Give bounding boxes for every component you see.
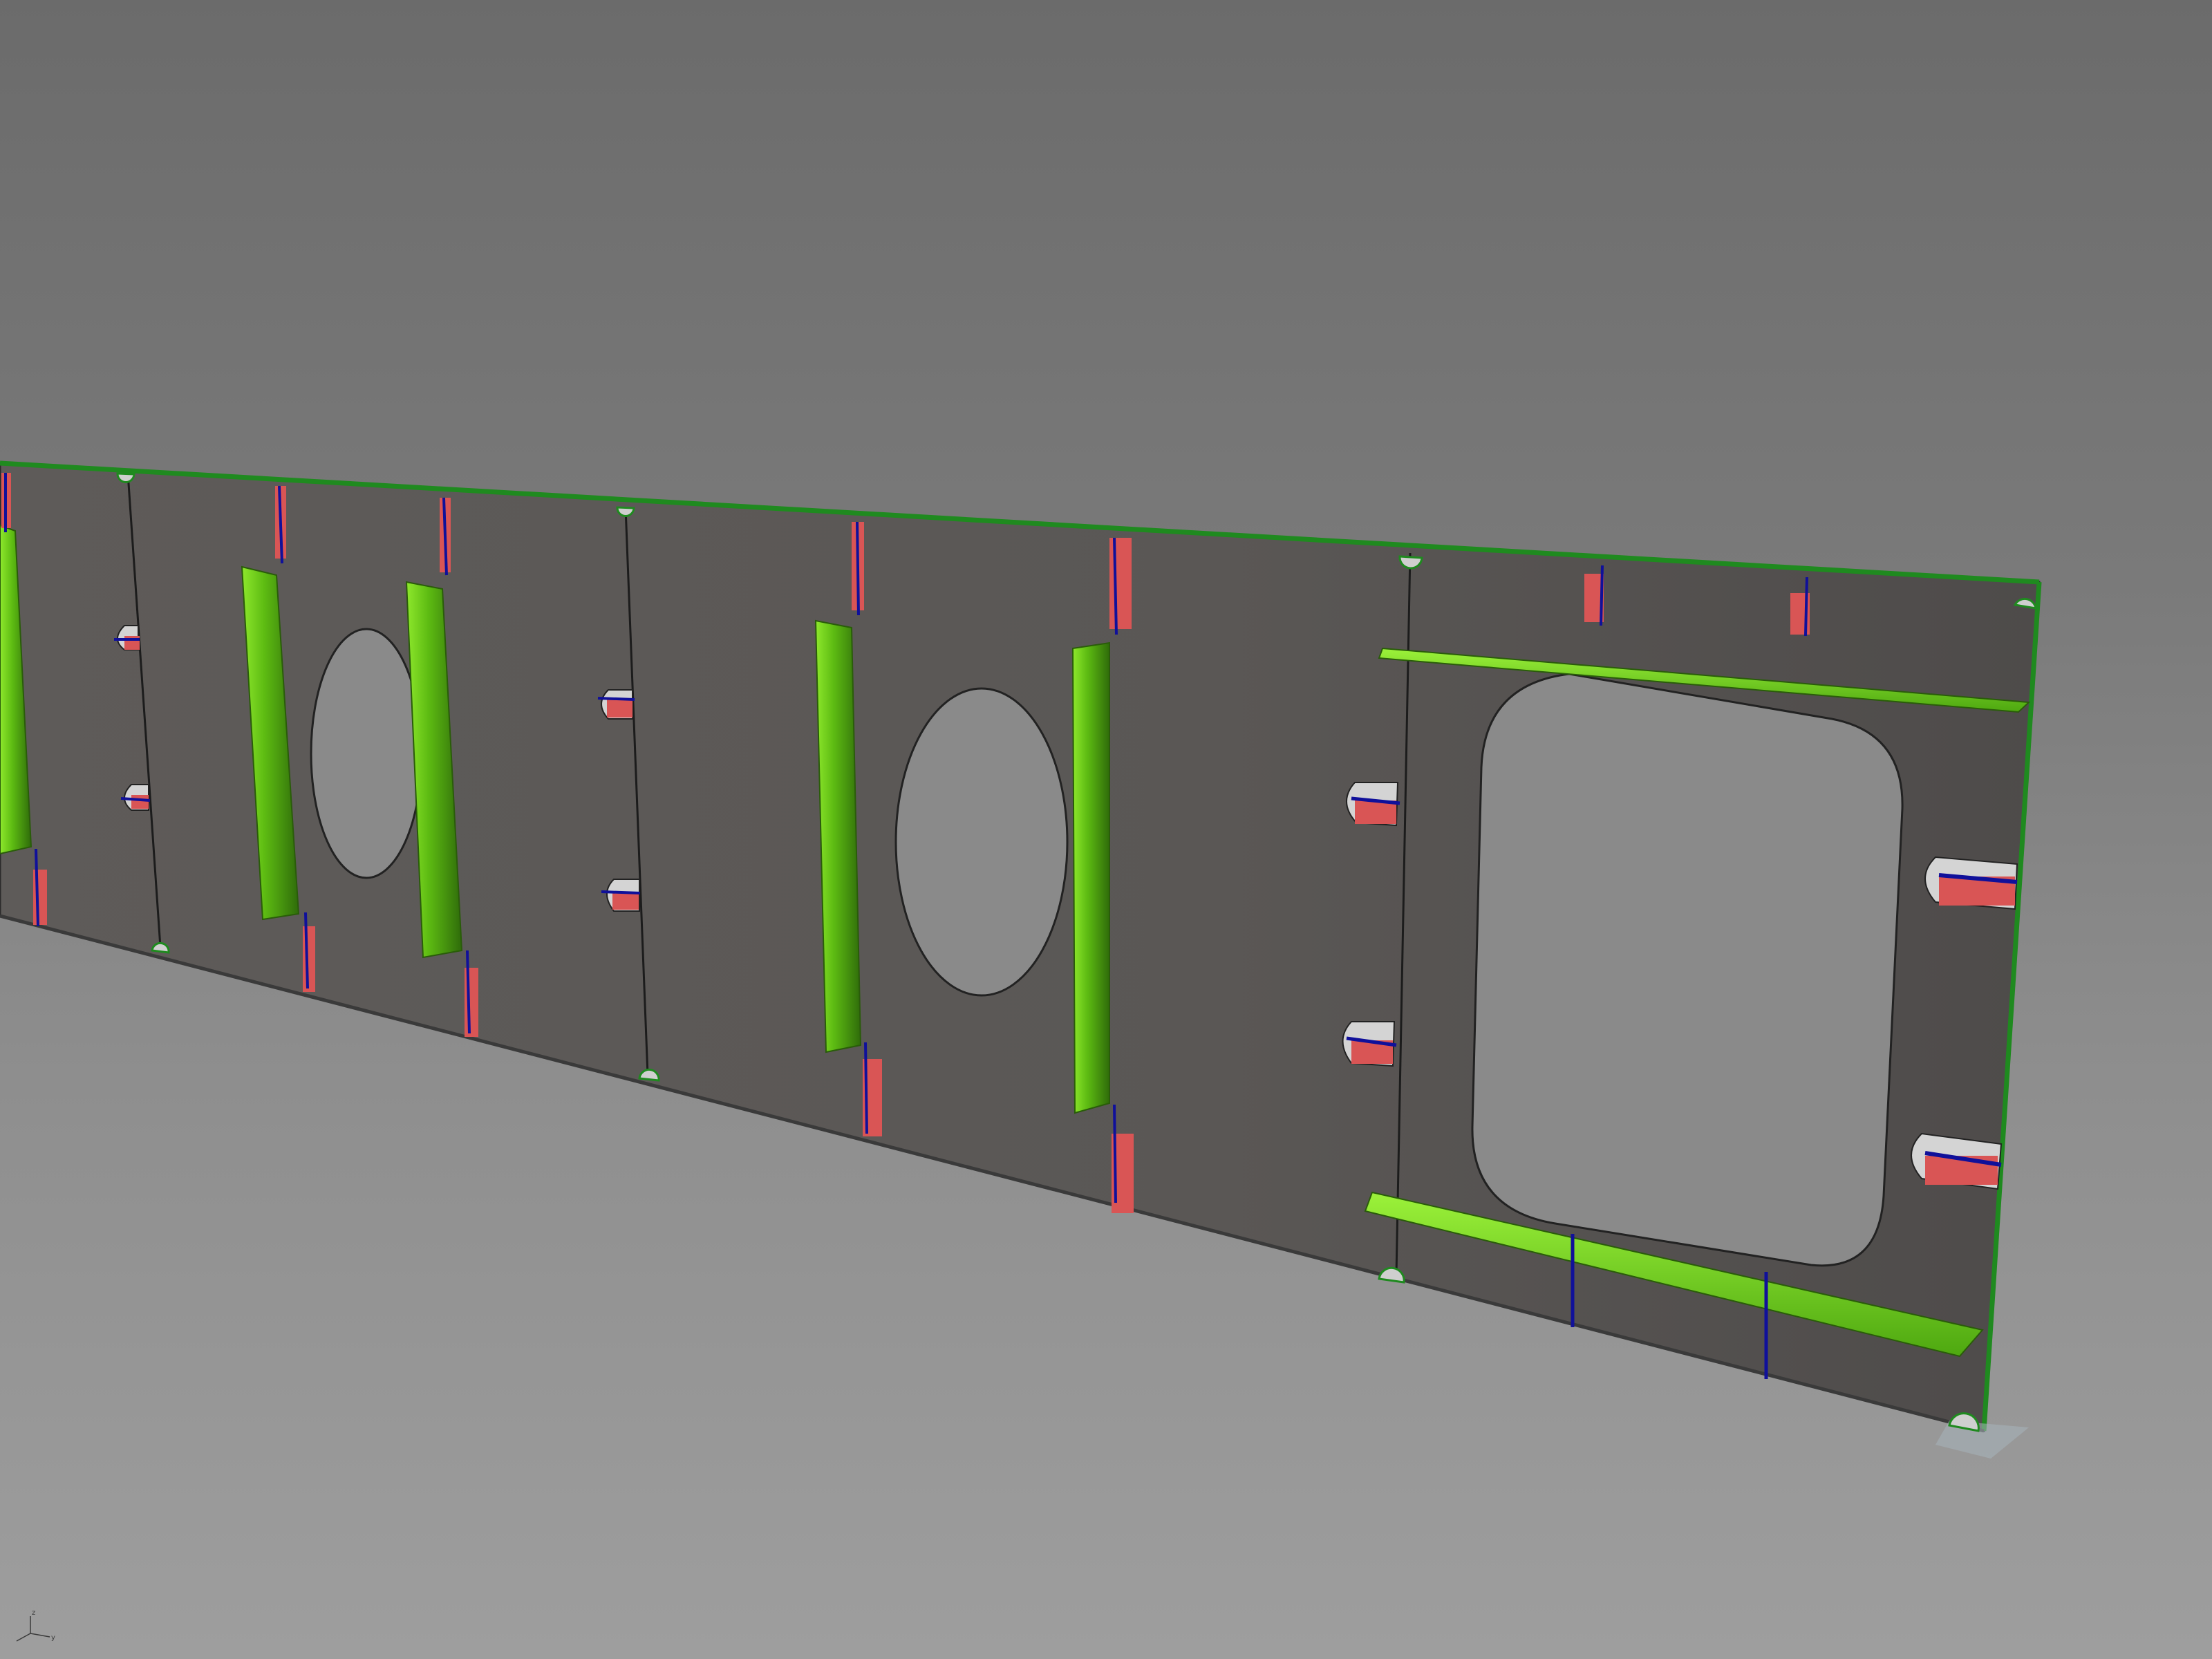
weld-marker — [1584, 565, 1604, 626]
weld-marker — [1, 473, 11, 532]
weld-marker — [440, 497, 451, 576]
rectangular-opening[interactable] — [1471, 673, 1904, 1267]
weld-marker — [275, 485, 286, 564]
axis-y-label: y — [51, 1634, 55, 1642]
weld-marker — [1924, 856, 2018, 910]
circular-opening-1[interactable] — [310, 628, 423, 879]
circular-opening-2[interactable] — [894, 687, 1069, 997]
weld-marker — [1109, 537, 1132, 635]
3d-viewport[interactable]: z y — [0, 0, 2212, 1659]
weld-marker — [852, 521, 864, 616]
axis-triad-icon: z y — [16, 1609, 55, 1642]
vertical-stiffener[interactable] — [1071, 641, 1110, 1114]
weld-marker — [1346, 782, 1400, 827]
weld-marker — [1342, 1021, 1397, 1067]
axis-z-label: z — [32, 1609, 35, 1617]
bulkhead-panel-model[interactable] — [0, 0, 2212, 1659]
